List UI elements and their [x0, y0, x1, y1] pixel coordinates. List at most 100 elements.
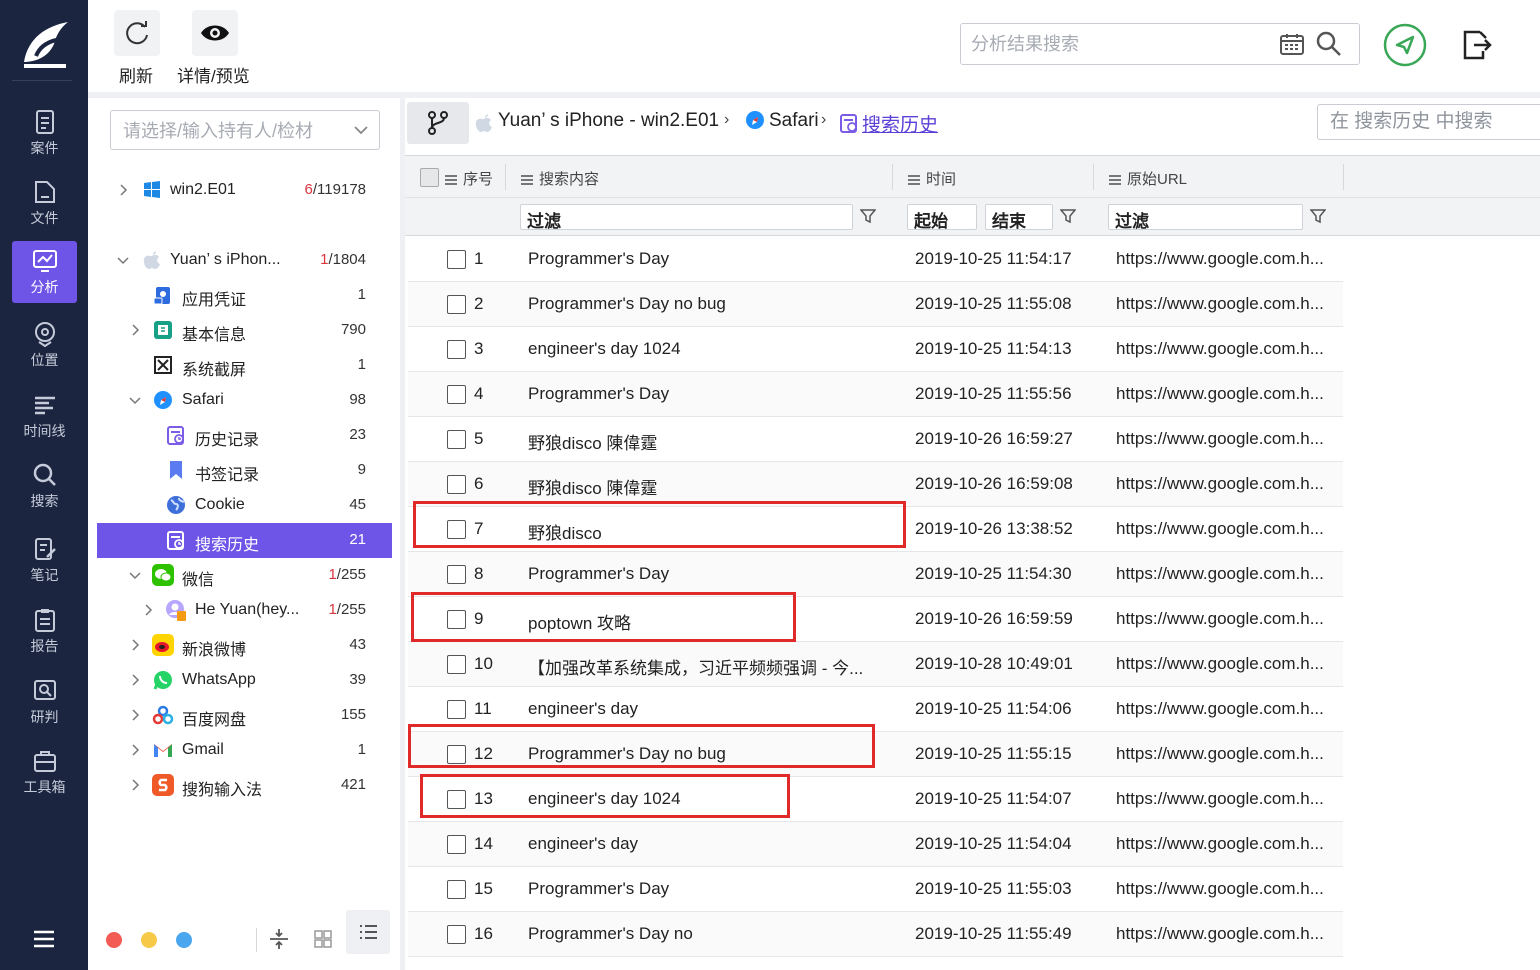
nav-toolbox[interactable]: 工具箱	[12, 741, 77, 803]
row-checkbox[interactable]	[447, 655, 466, 674]
table-row[interactable]: 4 Programmer's Day 2019-10-25 11:55:56 http…	[408, 372, 1343, 417]
chevron-down-icon[interactable]	[117, 254, 129, 266]
filter-funnel-icon[interactable]	[1310, 208, 1326, 224]
tree-item-screenshots[interactable]: 系统截屏 1	[97, 348, 392, 383]
chevron-right-icon[interactable]	[117, 184, 129, 196]
filter-funnel-icon[interactable]	[860, 208, 876, 224]
table-row[interactable]: 11 engineer's day 2019-10-25 11:54:06 https…	[408, 687, 1343, 732]
nav-report[interactable]: 报告	[12, 600, 77, 662]
row-checkbox[interactable]	[447, 745, 466, 764]
nav-judge[interactable]: 研判	[12, 671, 77, 733]
analysis-search-input[interactable]	[971, 30, 1271, 58]
send-share-button[interactable]	[1383, 23, 1427, 67]
chevron-right-icon[interactable]	[129, 709, 141, 721]
export-icon[interactable]	[1460, 28, 1492, 62]
row-checkbox[interactable]	[447, 340, 466, 359]
row-checkbox[interactable]	[447, 835, 466, 854]
nav-file[interactable]: 文件	[12, 172, 77, 234]
column-divider[interactable]	[505, 164, 506, 190]
column-header-time[interactable]: 时间	[908, 168, 956, 189]
tree-item-weibo[interactable]: 新浪微博 43	[97, 628, 392, 663]
tree-item-bookmarks[interactable]: 书签记录 9	[97, 453, 392, 488]
select-all-checkbox[interactable]	[420, 168, 439, 187]
column-header-index[interactable]: 序号	[445, 168, 493, 189]
table-row[interactable]: 3 engineer's day 1024 2019-10-25 11:54:13 h…	[408, 327, 1343, 372]
end-time-filter[interactable]: 结束	[985, 204, 1053, 231]
table-row[interactable]: 12 Programmer's Day no bug 2019-10-25 11:5…	[408, 732, 1343, 777]
row-checkbox[interactable]	[447, 700, 466, 719]
column-divider[interactable]	[1343, 164, 1344, 190]
table-search-input[interactable]	[1330, 109, 1540, 135]
list-view-button[interactable]	[346, 910, 390, 954]
table-row[interactable]: 16 Programmer's Day no 2019-10-25 11:55:49…	[408, 912, 1343, 957]
content-filter-input[interactable]: 过滤	[520, 204, 853, 231]
row-checkbox[interactable]	[447, 430, 466, 449]
red-dot-icon[interactable]	[106, 932, 122, 948]
table-row[interactable]: 10 【加强改革系统集成，习近平频频强调 - 今... 2019-10-28 10:…	[408, 642, 1343, 687]
chevron-right-icon[interactable]	[129, 779, 141, 791]
table-row[interactable]: 5 野狼disco 陳偉霆 2019-10-26 16:59:27 https://w…	[408, 417, 1343, 462]
table-row[interactable]: 13 engineer's day 1024 2019-10-25 11:54:07…	[408, 777, 1343, 822]
tree-item-basic-info[interactable]: 基本信息 790	[97, 313, 392, 348]
chevron-right-icon[interactable]	[129, 324, 141, 336]
row-checkbox[interactable]	[447, 385, 466, 404]
chevron-down-icon[interactable]	[129, 394, 141, 406]
tree-item-wechat-account[interactable]: He Yuan(hey... 1/255	[97, 593, 392, 628]
calendar-icon[interactable]	[1279, 32, 1305, 56]
start-time-filter[interactable]: 起始	[907, 204, 977, 231]
collapse-icon[interactable]	[266, 926, 292, 952]
refresh-button[interactable]	[114, 10, 160, 56]
table-row[interactable]: 9 poptown 攻略 2019-10-26 16:59:59 https://ww…	[408, 597, 1343, 642]
chevron-right-icon[interactable]	[129, 744, 141, 756]
table-row[interactable]: 1 Programmer's Day 2019-10-25 11:54:17 http…	[408, 237, 1343, 282]
nav-notes[interactable]: 笔记	[12, 529, 77, 591]
row-checkbox[interactable]	[447, 925, 466, 944]
tree-item-sogou-ime[interactable]: 搜狗输入法 421	[97, 768, 392, 803]
url-filter-input[interactable]: 过滤	[1108, 204, 1303, 231]
branch-button[interactable]	[407, 102, 469, 144]
column-header-url[interactable]: 原始URL	[1109, 168, 1187, 189]
grid-view-icon[interactable]	[310, 926, 336, 952]
table-row[interactable]: 2 Programmer's Day no bug 2019-10-25 11:55…	[408, 282, 1343, 327]
table-row[interactable]: 6 野狼disco 陳偉霆 2019-10-26 16:59:08 https://w…	[408, 462, 1343, 507]
tree-item-safari[interactable]: Safari 98	[97, 383, 392, 418]
row-checkbox[interactable]	[447, 790, 466, 809]
nav-analysis[interactable]: 分析	[12, 241, 77, 303]
row-checkbox[interactable]	[447, 880, 466, 899]
column-header-content[interactable]: 搜索内容	[521, 168, 599, 189]
tree-item-history[interactable]: 历史记录 23	[97, 418, 392, 453]
owner-select[interactable]	[110, 110, 380, 150]
tree-item-win2-e01[interactable]: win2.E01 6/119178	[97, 173, 392, 208]
table-row[interactable]: 8 Programmer's Day 2019-10-25 11:54:30 http…	[408, 552, 1343, 597]
column-divider[interactable]	[892, 164, 893, 190]
details-preview-button[interactable]	[192, 10, 238, 56]
hamburger-menu-icon[interactable]	[32, 928, 56, 950]
table-search-box[interactable]	[1317, 104, 1540, 140]
nav-search[interactable]: 搜索	[12, 455, 77, 517]
table-row[interactable]: 7 野狼disco 2019-10-26 13:38:52 https://www.g…	[408, 507, 1343, 552]
blue-dot-icon[interactable]	[176, 932, 192, 948]
row-checkbox[interactable]	[447, 520, 466, 539]
tree-item-app-credentials[interactable]: 应用凭证 1	[97, 278, 392, 313]
nav-location[interactable]: 位置	[12, 314, 77, 376]
breadcrumb-device[interactable]: Yuan’ s iPhone - win2.E01	[498, 110, 719, 132]
tree-item-gmail[interactable]: Gmail 1	[97, 733, 392, 768]
row-checkbox[interactable]	[447, 250, 466, 269]
tree-item-cookie[interactable]: Cookie 45	[97, 488, 392, 523]
tree-item-wechat[interactable]: 微信 1/255	[97, 558, 392, 593]
search-icon[interactable]	[1315, 30, 1343, 58]
breadcrumb-app[interactable]: Safari	[769, 110, 819, 132]
tree-item-iphone[interactable]: Yuan’ s iPhon... 1/1804	[97, 243, 392, 278]
tree-item-whatsapp[interactable]: WhatsApp 39	[97, 663, 392, 698]
row-checkbox[interactable]	[447, 475, 466, 494]
chevron-right-icon[interactable]	[129, 674, 141, 686]
tree-item-baidu-netdisk[interactable]: 百度网盘 155	[97, 698, 392, 733]
chevron-right-icon[interactable]	[142, 604, 154, 616]
analysis-search-box[interactable]	[960, 23, 1360, 65]
table-row[interactable]: 15 Programmer's Day 2019-10-25 11:55:03 htt…	[408, 867, 1343, 912]
nav-case[interactable]: 案件	[12, 102, 77, 164]
filter-funnel-icon[interactable]	[1060, 208, 1076, 224]
yellow-dot-icon[interactable]	[141, 932, 157, 948]
column-divider[interactable]	[1093, 164, 1094, 190]
tree-item-search-history[interactable]: 搜索历史 21	[97, 523, 392, 558]
